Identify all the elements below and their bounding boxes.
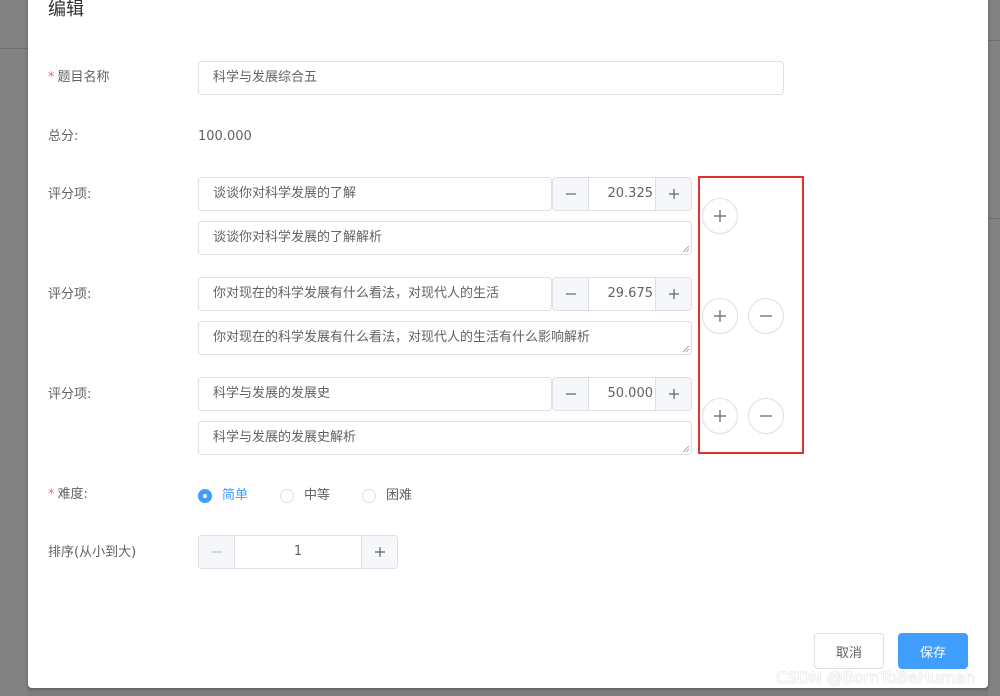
increase-button[interactable] <box>361 536 397 568</box>
score-item-label: 评分项: <box>48 287 92 302</box>
required-star: * <box>48 487 55 502</box>
score-value[interactable]: 20.325 <box>589 178 657 210</box>
radio-label: 简单 <box>222 488 249 503</box>
background-divider <box>0 48 28 49</box>
resize-grip-icon[interactable] <box>682 245 690 253</box>
minus-icon <box>565 293 576 295</box>
analysis-text: 科学与发展的发展史解析 <box>213 430 357 445</box>
score-stepper: 50.000 <box>552 377 692 411</box>
score-value[interactable]: 50.000 <box>589 378 657 410</box>
save-button[interactable]: 保存 <box>898 633 968 669</box>
plus-icon <box>668 189 679 199</box>
sort-stepper: 1 <box>198 535 398 569</box>
score-stepper: 29.675 <box>552 277 692 311</box>
decrease-button[interactable] <box>199 536 235 568</box>
dialog-title: 编辑 <box>48 0 84 20</box>
plus-icon <box>374 547 385 557</box>
score-item-label: 评分项: <box>48 387 92 402</box>
sort-label: 排序(从小到大) <box>48 545 137 560</box>
score-item-analysis-textarea[interactable]: 你对现在的科学发展有什么看法，对现代人的生活有什么影响解析 <box>198 321 692 355</box>
analysis-text: 谈谈你对科学发展的了解解析 <box>213 230 383 245</box>
total-label: 总分: <box>48 129 79 144</box>
cancel-button[interactable]: 取消 <box>814 633 884 669</box>
increase-button[interactable] <box>655 378 691 410</box>
difficulty-label-text: 难度: <box>57 487 88 502</box>
name-label-text: 题目名称 <box>57 70 110 85</box>
increase-button[interactable] <box>655 178 691 210</box>
difficulty-radio-hard[interactable]: 困难 <box>362 486 412 506</box>
difficulty-label: * 难度: <box>48 485 88 505</box>
score-item-title-input[interactable]: 你对现在的科学发展有什么看法，对现代人的生活 <box>198 277 552 311</box>
difficulty-radio-easy[interactable]: 简单 <box>198 486 248 506</box>
name-input[interactable]: 科学与发展综合五 <box>198 61 784 95</box>
score-item-analysis-textarea[interactable]: 谈谈你对科学发展的了解解析 <box>198 221 692 255</box>
radio-label: 困难 <box>386 488 413 503</box>
score-item-label: 评分项: <box>48 187 92 202</box>
decrease-button[interactable] <box>553 278 589 310</box>
score-stepper: 20.325 <box>552 177 692 211</box>
edit-dialog: 编辑 * 题目名称 科学与发展综合五 总分: 100.000 评分项: 谈谈你对科… <box>28 0 988 688</box>
radio-dot <box>198 489 212 503</box>
required-star: * <box>48 70 55 85</box>
score-item-title-input[interactable]: 科学与发展的发展史 <box>198 377 552 411</box>
annotation-highlight-box <box>698 176 804 454</box>
minus-icon <box>565 393 576 395</box>
name-label: * 题目名称 <box>48 68 110 88</box>
increase-button[interactable] <box>655 278 691 310</box>
watermark: CSDN @BornToBeHuman <box>776 668 976 687</box>
resize-grip-icon[interactable] <box>682 445 690 453</box>
radio-label: 中等 <box>304 488 331 503</box>
radio-dot <box>362 489 376 503</box>
minus-icon <box>211 551 222 553</box>
score-item-title-input[interactable]: 谈谈你对科学发展的了解 <box>198 177 552 211</box>
total-value: 100.000 <box>198 129 252 144</box>
plus-icon <box>668 389 679 399</box>
minus-icon <box>565 193 576 195</box>
background-left-edge <box>0 0 28 696</box>
radio-dot <box>280 489 294 503</box>
sort-value[interactable]: 1 <box>235 536 361 568</box>
difficulty-radio-medium[interactable]: 中等 <box>280 486 330 506</box>
background-right-edge <box>988 0 1000 696</box>
background-divider <box>988 218 1000 219</box>
decrease-button[interactable] <box>553 378 589 410</box>
resize-grip-icon[interactable] <box>682 345 690 353</box>
plus-icon <box>668 289 679 299</box>
score-item-analysis-textarea[interactable]: 科学与发展的发展史解析 <box>198 421 692 455</box>
background-divider <box>988 40 1000 41</box>
analysis-text: 你对现在的科学发展有什么看法，对现代人的生活有什么影响解析 <box>213 330 591 345</box>
decrease-button[interactable] <box>553 178 589 210</box>
score-value[interactable]: 29.675 <box>589 278 657 310</box>
